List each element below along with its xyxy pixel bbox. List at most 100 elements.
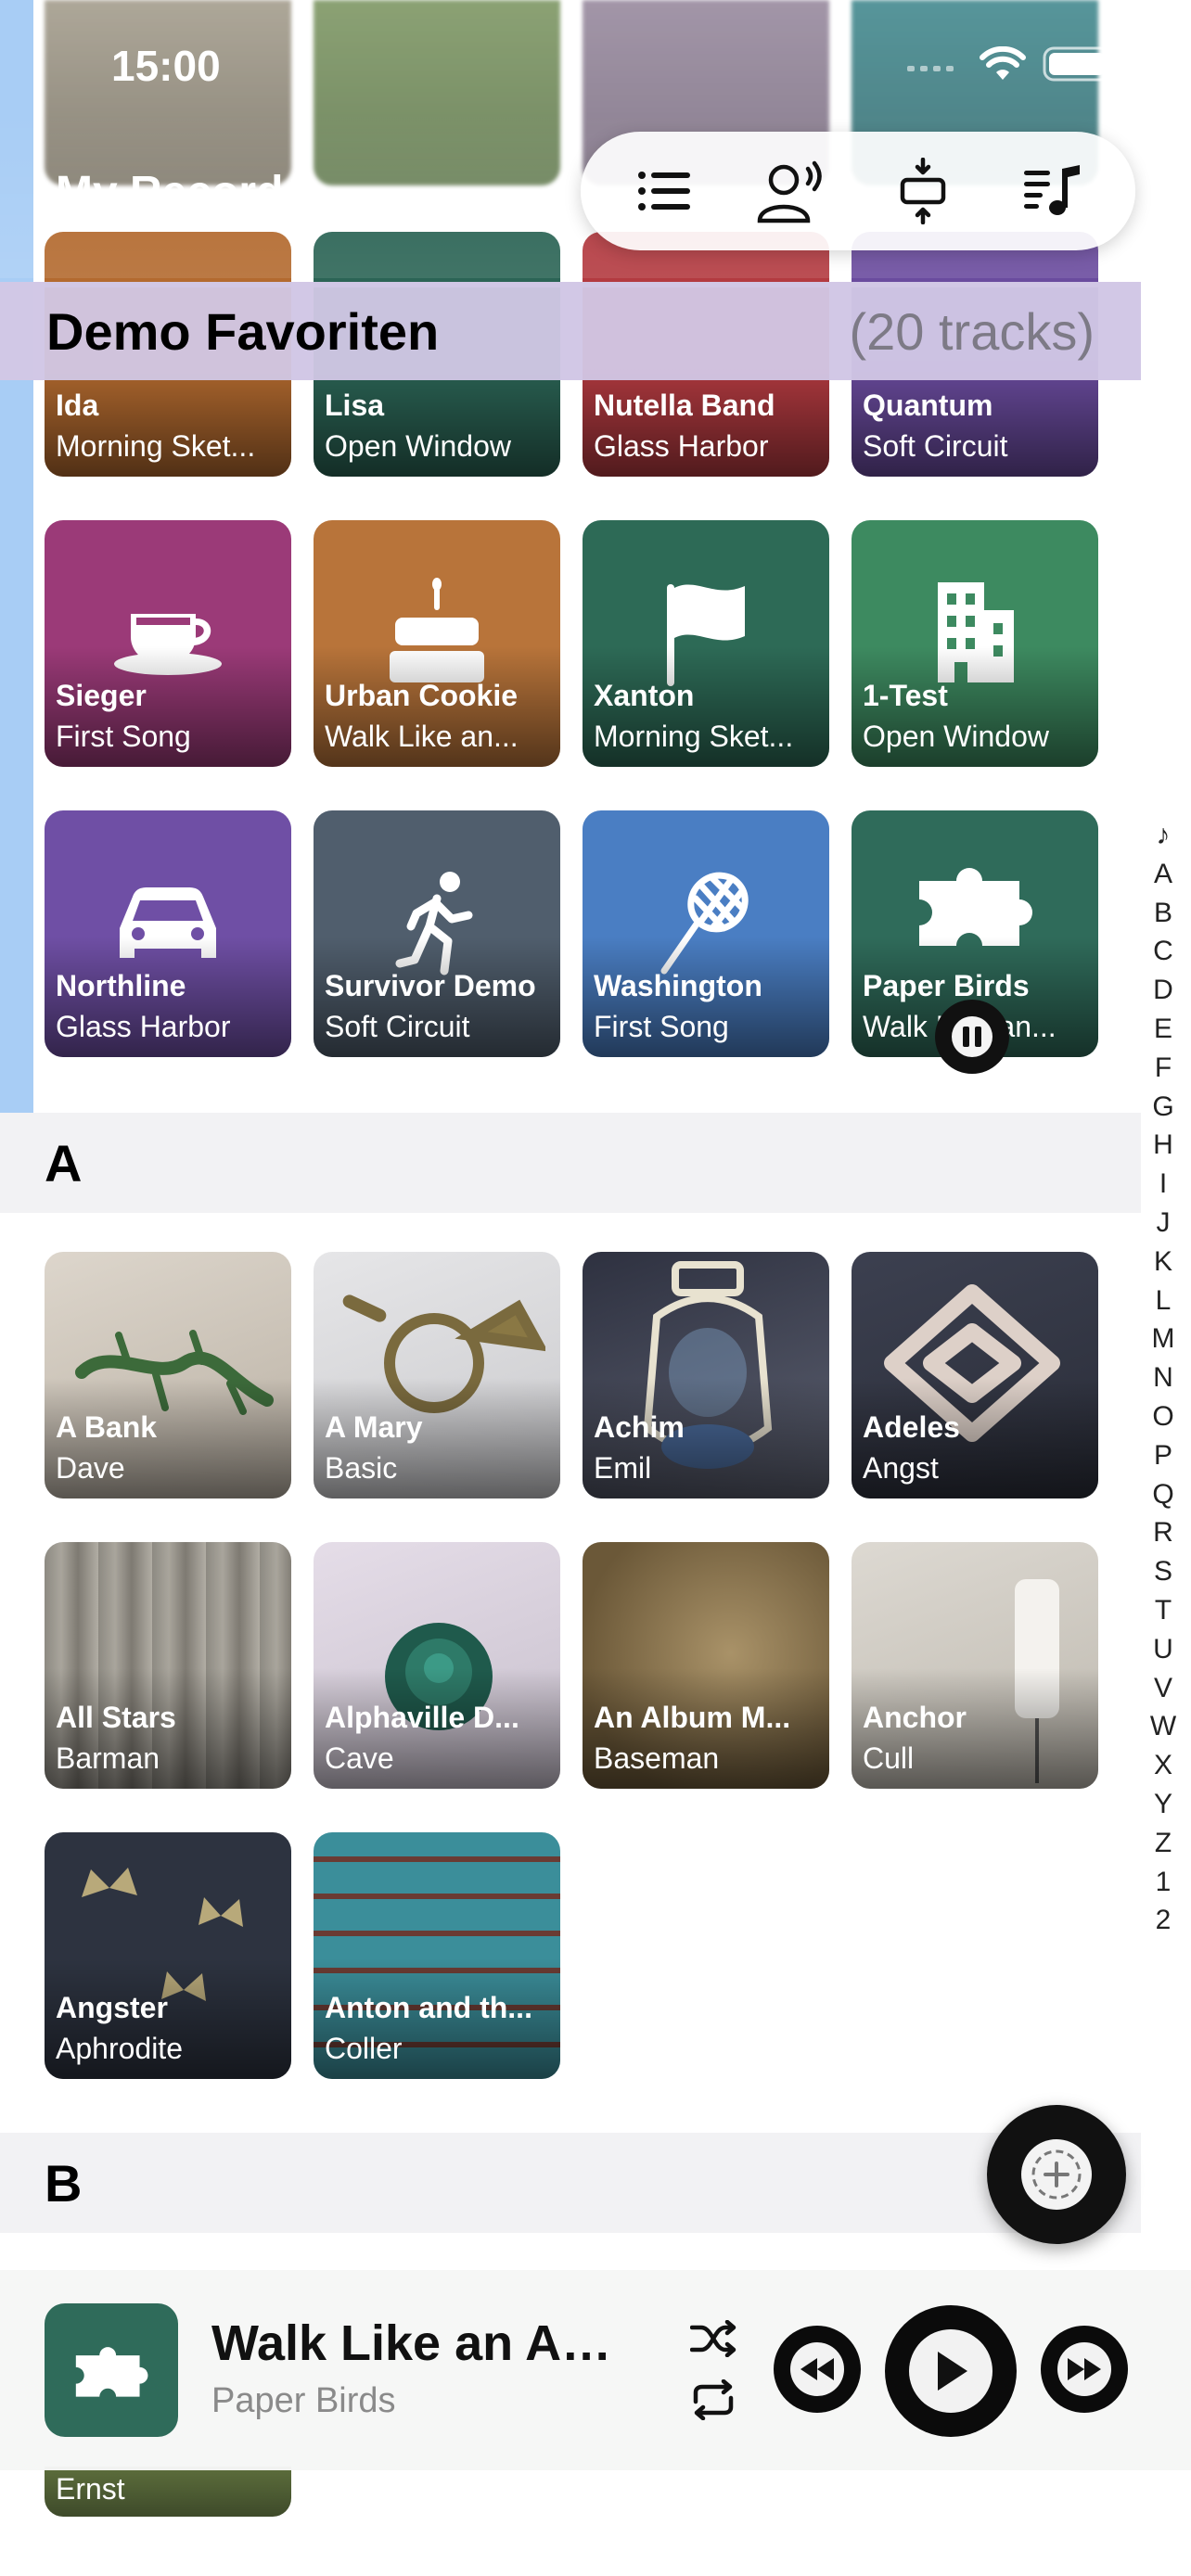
record-subtitle: First Song <box>56 720 191 753</box>
index-letter[interactable]: Y <box>1154 1785 1172 1824</box>
queue-button[interactable] <box>1001 145 1103 237</box>
index-letter[interactable]: K <box>1154 1243 1172 1282</box>
now-playing-artist: Paper Birds <box>211 2381 396 2420</box>
index-letter[interactable]: R <box>1153 1513 1173 1552</box>
record-title: Anchor <box>863 1701 967 1734</box>
record-subtitle: Soft Circuit <box>325 1010 470 1043</box>
voice-icon <box>757 160 822 223</box>
shuffle-icon[interactable] <box>690 2320 736 2357</box>
rewind-button[interactable] <box>774 2326 861 2413</box>
record-title: Angster <box>56 1991 168 2024</box>
record-tile[interactable]: Alphaville D... Cave <box>314 1542 560 1789</box>
index-letter[interactable]: P <box>1154 1436 1172 1475</box>
record-tile-peek[interactable]: Ernst <box>45 2467 291 2517</box>
add-record-button[interactable] <box>987 2105 1126 2244</box>
record-title: 1-Test <box>863 679 948 712</box>
index-letter[interactable]: T <box>1155 1591 1172 1630</box>
record-tile[interactable]: Xanton Morning Sket... <box>583 520 829 767</box>
record-tile[interactable]: Sieger First Song <box>45 520 291 767</box>
fast-forward-button[interactable] <box>1041 2326 1128 2413</box>
index-letter[interactable]: M <box>1152 1320 1175 1358</box>
index-letter[interactable]: U <box>1153 1630 1173 1669</box>
index-letter[interactable]: V <box>1154 1669 1172 1708</box>
index-letter[interactable]: D <box>1153 971 1173 1010</box>
record-tile[interactable]: Anchor Cull <box>852 1542 1098 1789</box>
record-tile[interactable]: A Mary Basic <box>314 1252 560 1498</box>
record-tile[interactable]: 1-Test Open Window <box>852 520 1098 767</box>
record-subtitle: Ernst <box>56 2472 125 2506</box>
record-subtitle: Glass Harbor <box>594 429 769 463</box>
index-letter[interactable]: X <box>1154 1746 1172 1785</box>
record-subtitle: Cull <box>863 1741 915 1775</box>
record-title: A Mary <box>325 1410 423 1444</box>
index-letter[interactable]: F <box>1155 1049 1172 1088</box>
now-playing-artwork[interactable] <box>45 2303 178 2437</box>
record-subtitle: Morning Sket... <box>594 720 794 753</box>
record-tile[interactable]: Angster Aphrodite <box>45 1832 291 2079</box>
record-subtitle: Basic <box>325 1451 398 1485</box>
voice-button[interactable] <box>742 145 844 237</box>
index-letter[interactable]: N <box>1153 1358 1173 1397</box>
alphabet-index[interactable]: ♪ A B C D E F G H I J K L M N O P Q R S T U V W X Y Z 1 2 <box>1145 816 1182 1940</box>
record-tile[interactable]: Achim Emil <box>583 1252 829 1498</box>
index-letter[interactable]: Z <box>1155 1824 1172 1863</box>
list-button[interactable] <box>613 145 715 237</box>
record-subtitle: Coller <box>325 2032 403 2065</box>
repeat-icon[interactable] <box>690 2379 736 2420</box>
index-letter[interactable]: Q <box>1152 1475 1173 1514</box>
index-letter[interactable]: B <box>1154 894 1172 933</box>
record-title: A Bank <box>56 1410 158 1444</box>
fast-forward-icon <box>1068 2358 1101 2380</box>
index-letter[interactable]: 2 <box>1156 1901 1172 1940</box>
sort-button[interactable] <box>872 145 974 237</box>
record-tile[interactable]: An Album M... Baseman <box>583 1542 829 1789</box>
index-letter[interactable]: S <box>1154 1552 1172 1591</box>
play-icon <box>938 2352 967 2391</box>
record-title: Paper Birds <box>863 969 1030 1002</box>
index-letter[interactable]: G <box>1152 1088 1173 1127</box>
index-letter[interactable]: C <box>1153 932 1173 971</box>
index-letter[interactable]: O <box>1152 1397 1173 1436</box>
record-tile[interactable]: Anton and th... Coller <box>314 1832 560 2079</box>
record-subtitle: Morning Sket... <box>56 429 256 463</box>
now-playing-title: Walk Like an Am... <box>211 2315 647 2371</box>
toolbar <box>581 132 1135 250</box>
record-tile[interactable]: Washington First Song <box>583 810 829 1057</box>
index-letter[interactable]: ♪ <box>1157 816 1171 855</box>
index-letter[interactable]: 1 <box>1156 1863 1172 1902</box>
play-button[interactable] <box>885 2305 1017 2437</box>
index-letter[interactable]: W <box>1150 1707 1176 1746</box>
record-title: Quantum <box>863 389 993 422</box>
record-subtitle: Cave <box>325 1741 394 1775</box>
record-tile[interactable]: Urban Cookie Walk Like an... <box>314 520 560 767</box>
status-icons <box>907 46 1117 82</box>
record-title: Ida <box>56 389 99 422</box>
now-playing-pause-button[interactable] <box>935 1000 1009 1074</box>
record-tile[interactable]: A Bank Dave <box>45 1252 291 1498</box>
record-title: Lisa <box>325 389 385 422</box>
record-subtitle: Soft Circuit <box>863 429 1008 463</box>
record-subtitle: Baseman <box>594 1741 720 1775</box>
favorites-header-overlay: Demo Favoriten (20 tracks) <box>0 282 1141 380</box>
record-tile[interactable]: Survivor Demo Soft Circuit <box>314 810 560 1057</box>
sort-icon <box>900 158 945 224</box>
index-letter[interactable]: H <box>1153 1126 1173 1165</box>
record-subtitle: Dave <box>56 1451 125 1485</box>
favorites-title: Demo Favoriten <box>46 301 440 361</box>
index-letter[interactable]: L <box>1156 1282 1172 1320</box>
record-subtitle: Open Window <box>863 720 1049 753</box>
record-title: All Stars <box>56 1701 176 1734</box>
record-tile[interactable]: Northline Glass Harbor <box>45 810 291 1057</box>
index-letter[interactable]: E <box>1154 1010 1172 1049</box>
rewind-icon <box>800 2358 834 2380</box>
record-title: Achim <box>594 1410 685 1444</box>
record-subtitle: Open Window <box>325 429 511 463</box>
record-subtitle: Barman <box>56 1741 160 1775</box>
index-letter[interactable]: A <box>1154 855 1172 894</box>
mini-player[interactable]: Walk Like an Am... Paper Birds <box>0 2270 1191 2470</box>
record-tile[interactable]: Adeles Angst <box>852 1252 1098 1498</box>
record-subtitle: First Song <box>594 1010 729 1043</box>
index-letter[interactable]: J <box>1157 1204 1171 1243</box>
record-tile[interactable]: All Stars Barman <box>45 1542 291 1789</box>
index-letter[interactable]: I <box>1159 1165 1167 1204</box>
